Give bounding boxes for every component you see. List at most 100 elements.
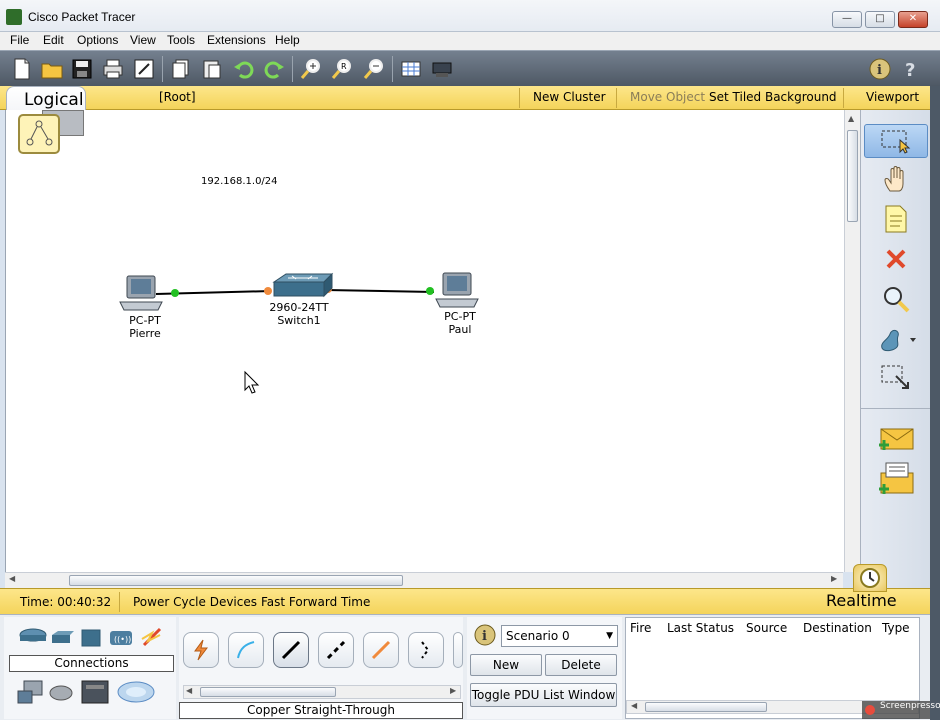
minimize-button[interactable]: — [832,11,862,28]
zoom-in-icon[interactable] [299,57,323,81]
automatic-connection-tile[interactable] [183,632,219,668]
scroll-left-arrow-icon[interactable]: ◀ [186,686,192,695]
toggle-pdu-list-window-button[interactable]: Toggle PDU List Window [470,683,617,707]
column-header-source[interactable]: Source [746,621,787,635]
paste-icon[interactable] [200,57,224,81]
device-pierre[interactable]: PC-PT Pierre [105,314,185,340]
routers-category-icon[interactable] [18,627,48,647]
move-layout-tool-button[interactable] [871,162,921,196]
add-complex-pdu-button[interactable] [871,462,921,496]
logical-tab-label: Logical [24,90,84,110]
wireless-devices-category-icon[interactable]: ((•)) [108,627,134,649]
resize-icon [881,365,909,389]
switches-category-icon[interactable] [50,629,76,647]
coaxial-cable-tile-partial[interactable] [453,632,463,668]
connections-category-icon[interactable] [140,625,164,649]
copper-cross-over-tile[interactable] [318,632,354,668]
new-scenario-button[interactable]: New [470,654,542,676]
scenario-select[interactable]: Scenario 0 ▼ [501,625,618,647]
horizontal-scrollbar[interactable]: ◀ ▶ [5,572,843,588]
move-object-button[interactable]: Move Object [630,90,705,104]
scroll-right-arrow-icon[interactable]: ▶ [831,574,837,583]
viewport-button[interactable]: Viewport [866,90,919,104]
new-cluster-button[interactable]: New Cluster [533,90,606,104]
copper-straight-through-tile[interactable] [273,632,309,668]
connection-types-scrollbar[interactable]: ◀ ▶ [183,685,461,699]
scroll-up-arrow-icon[interactable]: ▲ [848,114,854,123]
print-icon[interactable] [101,57,125,81]
scroll-right-arrow-icon[interactable]: ▶ [450,686,456,695]
lightning-bolt-icon [194,639,208,661]
zoom-out-icon[interactable] [362,57,386,81]
power-cycle-devices-button[interactable]: Power Cycle Devices [133,595,257,609]
column-header-destination[interactable]: Destination [803,621,872,635]
device-switch1[interactable]: 2960-24TT Switch1 [259,301,339,327]
cross-over-cable-icon [326,640,346,660]
new-file-icon[interactable] [10,57,34,81]
pc-icon[interactable] [119,275,163,311]
set-tiled-background-button[interactable]: Set Tiled Background [709,90,837,104]
console-cable-tile[interactable] [228,632,264,668]
column-header-type[interactable]: Type [882,621,910,635]
inspect-tool-button[interactable] [871,282,921,316]
delete-tool-button[interactable] [871,242,921,276]
freeform-shape-icon [881,329,916,352]
connection-types-scroll-thumb[interactable] [200,687,336,697]
fast-forward-time-button[interactable]: Fast Forward Time [261,595,370,609]
pdu-list-scroll-thumb[interactable] [645,702,767,712]
root-breadcrumb[interactable]: [Root] [159,90,196,104]
menu-extensions[interactable]: Extensions [207,33,266,47]
pc-icon[interactable] [435,272,479,308]
vertical-scrollbar[interactable]: ▲ [844,110,860,572]
menu-options[interactable]: Options [77,33,118,47]
delete-scenario-button[interactable]: Delete [545,654,617,676]
column-header-last-status[interactable]: Last Status [667,621,734,635]
drawing-palette-icon[interactable] [399,57,423,81]
end-devices-category-icon[interactable] [16,679,46,705]
help-icon[interactable]: ? [899,57,923,81]
pdu-table-header: Fire Last Status Source Destination Type [626,618,919,636]
link-light-paul [426,287,434,295]
scroll-left-arrow-icon[interactable]: ◀ [9,574,15,583]
close-button[interactable]: ✕ [898,11,928,28]
wan-emulation-category-icon[interactable] [48,683,74,703]
place-note-tool-button[interactable] [871,202,921,236]
maximize-button[interactable]: □ [865,11,895,28]
menu-file[interactable]: File [10,33,29,47]
custom-device-dialog-icon[interactable] [430,57,454,81]
draw-shape-tool-button[interactable] [871,322,921,356]
add-simple-pdu-button[interactable] [871,422,921,456]
horizontal-scroll-thumb[interactable] [69,575,403,586]
common-tools-bar [860,110,931,588]
multiuser-connection-category-icon[interactable] [116,679,156,705]
custom-made-devices-category-icon[interactable] [78,677,112,707]
undo-icon[interactable] [232,57,256,81]
phone-cable-tile[interactable] [408,632,444,668]
save-icon[interactable] [70,57,94,81]
fiber-cable-tile[interactable] [363,632,399,668]
select-tool-button[interactable] [864,124,928,158]
window-right-border [930,86,940,720]
realtime-mode-tab[interactable]: Realtime [818,588,930,614]
open-folder-icon[interactable] [40,57,64,81]
resize-shape-tool-button[interactable] [871,362,921,396]
menu-edit[interactable]: Edit [43,33,64,47]
hubs-category-icon[interactable] [80,627,102,649]
zoom-reset-icon[interactable]: R [330,57,354,81]
redo-icon[interactable] [262,57,286,81]
menu-view[interactable]: View [130,33,156,47]
scenario-info-icon[interactable]: i [473,623,497,647]
copy-icon[interactable] [169,57,193,81]
device-paul[interactable]: PC-PT Paul [420,310,500,336]
select-icon [881,130,911,154]
column-header-fire[interactable]: Fire [630,621,651,635]
menu-help[interactable]: Help [275,33,300,47]
link-switch1-paul[interactable] [325,289,435,293]
vertical-scroll-thumb[interactable] [847,130,858,222]
switch-icon[interactable] [272,272,334,298]
activity-wizard-icon[interactable] [132,57,156,81]
scroll-left-arrow-icon[interactable]: ◀ [631,701,637,710]
menu-tools[interactable]: Tools [167,33,195,47]
info-icon[interactable]: i [868,57,892,81]
logical-workspace-canvas[interactable]: 192.168.1.0/24 PC-PT Pierre 2960-24TT Sw… [5,110,847,572]
